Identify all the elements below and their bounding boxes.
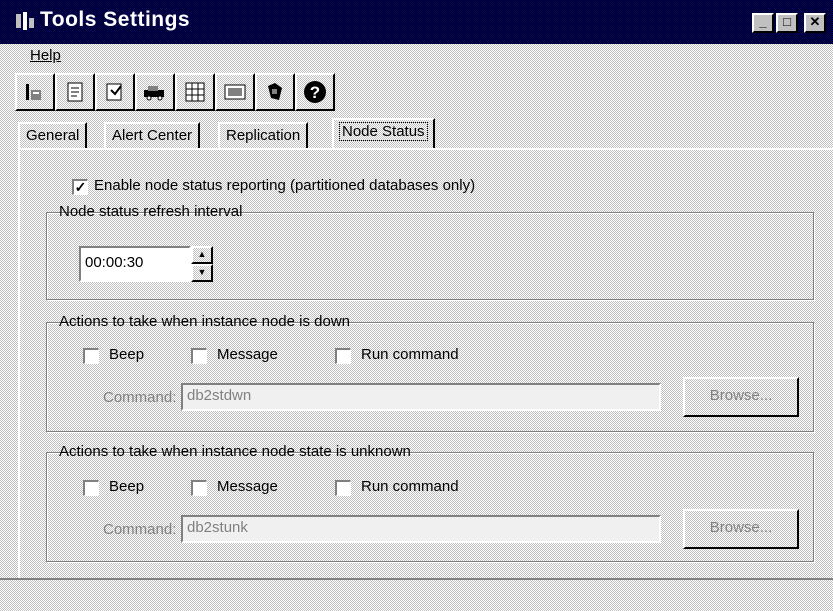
unknown-beep-checkbox[interactable]	[83, 480, 99, 496]
down-beep-checkbox[interactable]	[83, 348, 99, 364]
refresh-interval-spinner[interactable]: ▲ ▼	[191, 246, 213, 282]
unknown-message-label: Message	[217, 478, 278, 495]
properties-icon[interactable]	[55, 73, 95, 111]
maximize-button[interactable]: □	[776, 13, 798, 33]
node-down-title: Actions to take when instance node is do…	[59, 313, 351, 330]
bottom-bar	[0, 578, 833, 611]
enable-node-status-checkbox[interactable]: ✓	[72, 179, 88, 195]
chevron-down-icon[interactable]: ▼	[191, 264, 213, 282]
refresh-interval-input[interactable]: 00:00:30	[79, 246, 191, 282]
toolbar: ?	[15, 68, 375, 114]
down-command-label: Command:	[103, 389, 177, 406]
svg-text:?: ?	[310, 83, 320, 102]
vehicle-icon[interactable]	[135, 73, 175, 111]
node-unknown-group: Actions to take when instance node state…	[46, 443, 814, 562]
refresh-interval-group: Node status refresh interval 00:00:30 ▲ …	[46, 203, 814, 300]
down-command-input[interactable]: db2stdwn	[181, 383, 661, 411]
menu-help[interactable]: Help	[30, 47, 61, 64]
minimize-button[interactable]: _	[752, 13, 774, 33]
tab-general[interactable]: General	[18, 122, 88, 148]
tab-node-status[interactable]: Node Status	[332, 118, 435, 150]
down-message-checkbox[interactable]	[191, 348, 207, 364]
enable-node-status-label: Enable node status reporting (partitione…	[94, 177, 476, 194]
down-run-command-label: Run command	[361, 346, 459, 363]
down-browse-button[interactable]: Browse...	[683, 377, 799, 417]
window-title: Tools Settings	[40, 8, 191, 31]
script-icon[interactable]	[95, 73, 135, 111]
tab-replication[interactable]: Replication	[218, 122, 309, 148]
help-icon[interactable]: ?	[295, 73, 335, 111]
unknown-browse-button[interactable]: Browse...	[683, 509, 799, 549]
grid-icon[interactable]	[175, 73, 215, 111]
unknown-run-command-checkbox[interactable]	[335, 480, 351, 496]
title-bar: Tools Settings _ □ ✕	[0, 0, 833, 44]
unknown-message-checkbox[interactable]	[191, 480, 207, 496]
down-message-label: Message	[217, 346, 278, 363]
message-icon[interactable]	[215, 73, 255, 111]
unknown-command-input[interactable]: db2stunk	[181, 515, 661, 543]
db2-icon[interactable]	[255, 73, 295, 111]
unknown-run-command-label: Run command	[361, 478, 459, 495]
unknown-command-label: Command:	[103, 521, 177, 538]
unknown-beep-label: Beep	[109, 478, 145, 495]
tab-node-status-label: Node Status	[339, 122, 428, 141]
node-down-group: Actions to take when instance node is do…	[46, 313, 814, 432]
close-button[interactable]: ✕	[804, 13, 826, 33]
menu-bar: Help	[0, 44, 833, 68]
down-run-command-checkbox[interactable]	[335, 348, 351, 364]
refresh-interval-title: Node status refresh interval	[59, 203, 243, 220]
chevron-up-icon[interactable]: ▲	[191, 246, 213, 264]
instance-icon[interactable]	[15, 73, 55, 111]
tab-alert-center[interactable]: Alert Center	[104, 122, 201, 148]
tools-icon	[16, 12, 34, 30]
down-beep-label: Beep	[109, 346, 145, 363]
node-status-panel: ✓ Enable node status reporting (partitio…	[18, 148, 833, 578]
node-unknown-title: Actions to take when instance node state…	[59, 443, 411, 460]
